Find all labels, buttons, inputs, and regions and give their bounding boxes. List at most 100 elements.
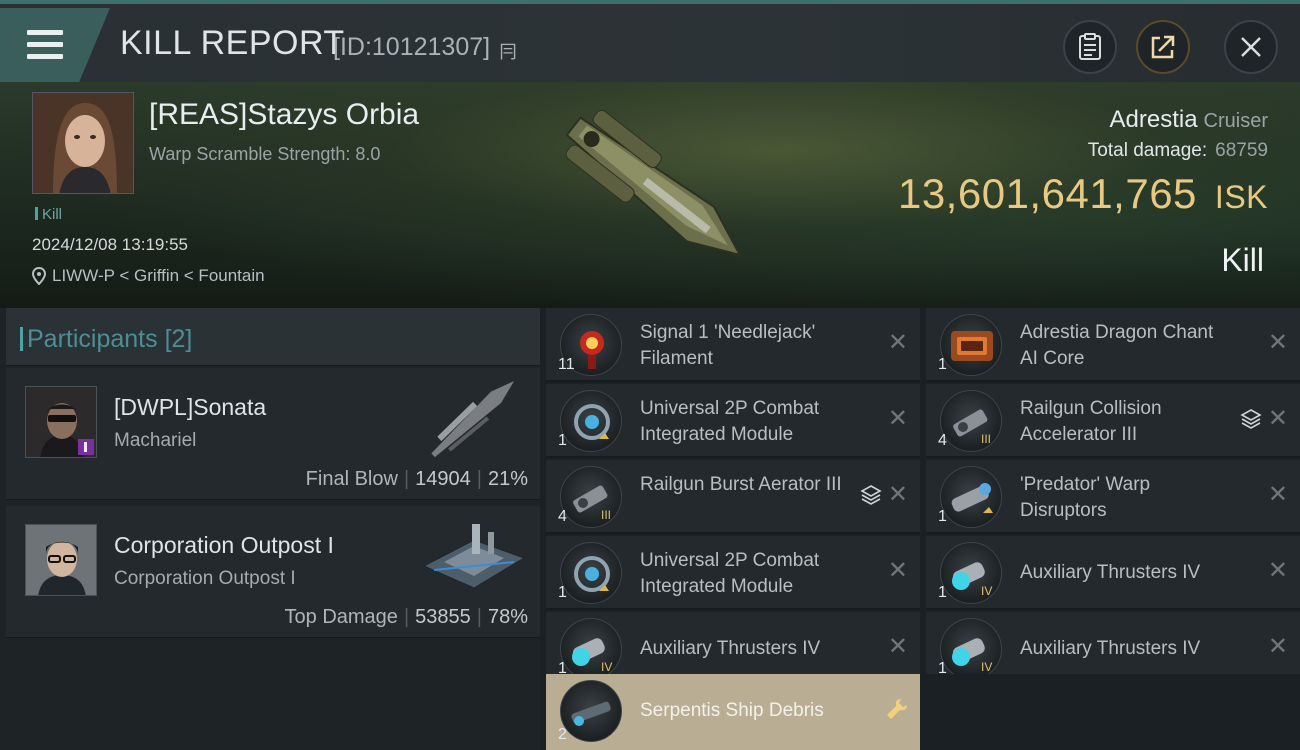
destroyed-x-icon: ✕ bbox=[887, 633, 908, 660]
item-quantity: 4 bbox=[558, 508, 567, 525]
item-quantity: 1 bbox=[938, 356, 947, 373]
clipboard-icon bbox=[1079, 33, 1101, 60]
item-name: Serpentis Ship Debris bbox=[640, 700, 824, 721]
participants-label: Participants bbox=[27, 325, 158, 353]
victim-name[interactable]: [REAS]Stazys Orbia bbox=[149, 98, 419, 132]
close-button[interactable] bbox=[1224, 20, 1278, 74]
item-quantity: 11 bbox=[558, 356, 575, 373]
close-icon bbox=[1241, 37, 1261, 57]
warp-disruptor-icon bbox=[940, 466, 1002, 528]
item-row[interactable]: 1 'Predator' Warp Disruptors ✕ bbox=[926, 460, 1300, 534]
dropped-items-grid: 11 Signal 1 'Needlejack' Filament ✕ 1 Ad… bbox=[546, 308, 1300, 750]
item-name: Auxiliary Thrusters IV bbox=[1020, 562, 1201, 583]
clipboard-button[interactable] bbox=[1063, 20, 1117, 74]
item-name: 'Predator' Warp Disruptors bbox=[1020, 474, 1151, 521]
item-quantity: 1 bbox=[938, 584, 947, 601]
wrench-icon[interactable] bbox=[884, 696, 910, 722]
item-row[interactable]: 1 Adrestia Dragon Chant AI Core ✕ bbox=[926, 308, 1300, 382]
item-name: Universal 2P Combat Integrated Module bbox=[640, 398, 820, 445]
location-text: LIWW-P < Griffin < Fountain bbox=[52, 266, 265, 285]
victim-ship: Adrestia Cruiser bbox=[1110, 106, 1269, 134]
share-icon bbox=[1151, 35, 1175, 59]
copy-id-icon[interactable]: 冃 bbox=[499, 38, 517, 64]
empty-slot bbox=[926, 674, 1300, 750]
kill-datetime: 2024/12/08 13:19:55 bbox=[32, 235, 188, 254]
participant-stats: Final Blow | 14904 | 21% bbox=[305, 468, 528, 490]
ai-core-icon bbox=[940, 314, 1002, 376]
ship-name[interactable]: Adrestia bbox=[1110, 106, 1198, 133]
isk-value: 13,601,641,765 ISK bbox=[898, 170, 1268, 218]
kill-location[interactable]: LIWW-P < Griffin < Fountain bbox=[32, 266, 265, 286]
svg-text:IV: IV bbox=[981, 584, 992, 598]
kill-id: [ID:10121307] bbox=[333, 33, 491, 61]
destroyed-x-icon: ✕ bbox=[1267, 633, 1288, 660]
destroyed-x-icon: ✕ bbox=[1267, 481, 1288, 508]
item-quantity: 2 bbox=[558, 726, 567, 743]
railgun-accelerator-icon: III bbox=[940, 390, 1002, 452]
thruster-icon: IV bbox=[940, 542, 1002, 604]
railgun-aerator-icon: III bbox=[560, 466, 622, 528]
participant-avatar bbox=[25, 524, 97, 596]
svg-text:III: III bbox=[601, 508, 611, 522]
item-quantity: 1 bbox=[558, 584, 567, 601]
destroyed-x-icon: ✕ bbox=[1267, 405, 1288, 432]
item-name: Adrestia Dragon Chant AI Core bbox=[1020, 322, 1214, 369]
avatar-icon bbox=[26, 387, 96, 457]
participant-name: [DWPL]Sonata bbox=[114, 394, 267, 420]
participant-stat-label: Final Blow bbox=[305, 468, 398, 490]
item-row[interactable]: 1 Universal 2P Combat Integrated Module … bbox=[546, 536, 920, 610]
destroyed-x-icon: ✕ bbox=[1267, 329, 1288, 356]
victim-portrait[interactable] bbox=[32, 92, 134, 194]
item-quantity: 4 bbox=[938, 432, 947, 449]
share-button[interactable] bbox=[1136, 20, 1190, 74]
ship-debris-icon bbox=[560, 680, 622, 742]
svg-text:IV: IV bbox=[981, 660, 992, 674]
page-title: KILL REPORT bbox=[120, 24, 345, 62]
svg-text:IV: IV bbox=[601, 660, 612, 674]
participant-damage: 53855 bbox=[415, 606, 471, 628]
combat-module-icon bbox=[560, 542, 622, 604]
victim-panel: [REAS]Stazys Orbia Warp Scramble Strengt… bbox=[0, 82, 1300, 308]
combat-module-icon bbox=[560, 390, 622, 452]
item-quantity: 1 bbox=[558, 432, 567, 449]
participant-row[interactable]: [DWPL]Sonata Machariel Final Blow | 14904 |… bbox=[6, 368, 540, 500]
menu-button[interactable] bbox=[0, 8, 110, 82]
item-row[interactable]: III 4 Railgun Burst Aerator III ✕ bbox=[546, 460, 920, 534]
portrait-avatar-icon bbox=[33, 93, 133, 193]
kill-tag: Kill bbox=[35, 206, 62, 223]
item-row[interactable]: III 4 Railgun Collision Accelerator III … bbox=[926, 384, 1300, 458]
total-damage-value: 68759 bbox=[1215, 140, 1268, 161]
stack-layers-icon[interactable] bbox=[1240, 408, 1262, 430]
item-name: Auxiliary Thrusters IV bbox=[1020, 638, 1201, 659]
participants-count: [2] bbox=[164, 325, 193, 353]
item-row[interactable]: IV 1 Auxiliary Thrusters IV ✕ bbox=[926, 536, 1300, 610]
participant-row[interactable]: Corporation Outpost I Corporation Outpos… bbox=[6, 506, 540, 638]
item-name: Signal 1 'Needlejack' Filament bbox=[640, 322, 816, 369]
participants-header: Participants [2] bbox=[6, 308, 540, 366]
participant-ship: Corporation Outpost I bbox=[114, 568, 296, 589]
isk-unit: ISK bbox=[1214, 179, 1268, 215]
item-row-highlighted[interactable]: 2 Serpentis Ship Debris bbox=[546, 674, 920, 750]
stack-layers-icon[interactable] bbox=[860, 484, 882, 506]
kill-result: Kill bbox=[1221, 242, 1264, 278]
header-bar: KILL REPORT [ID:10121307] 冃 bbox=[0, 0, 1300, 82]
item-name: Universal 2P Combat Integrated Module bbox=[640, 550, 820, 597]
destroyed-x-icon: ✕ bbox=[1267, 557, 1288, 584]
participant-stats: Top Damage | 53855 | 78% bbox=[284, 606, 528, 628]
item-name: Auxiliary Thrusters IV bbox=[640, 638, 821, 659]
victim-subtitle: Warp Scramble Strength: 8.0 bbox=[149, 144, 381, 164]
ship-class: Cruiser bbox=[1203, 110, 1268, 132]
participant-percent: 78% bbox=[487, 606, 528, 628]
participants-title: Participants [2] bbox=[19, 325, 193, 354]
item-row[interactable]: 1 Universal 2P Combat Integrated Module … bbox=[546, 384, 920, 458]
destroyed-x-icon: ✕ bbox=[887, 405, 908, 432]
item-row[interactable]: 11 Signal 1 'Needlejack' Filament ✕ bbox=[546, 308, 920, 382]
participant-ship: Machariel bbox=[114, 430, 197, 451]
isk-amount: 13,601,641,765 bbox=[897, 170, 1197, 217]
destroyed-x-icon: ✕ bbox=[887, 329, 908, 356]
thruster-icon: IV bbox=[940, 618, 1002, 680]
destroyed-x-icon: ✕ bbox=[887, 481, 908, 508]
item-name: Railgun Burst Aerator III bbox=[640, 474, 842, 495]
participants-panel: Participants [2] [DWPL]Sonata Machariel bbox=[0, 308, 540, 750]
item-quantity: 1 bbox=[938, 508, 947, 525]
